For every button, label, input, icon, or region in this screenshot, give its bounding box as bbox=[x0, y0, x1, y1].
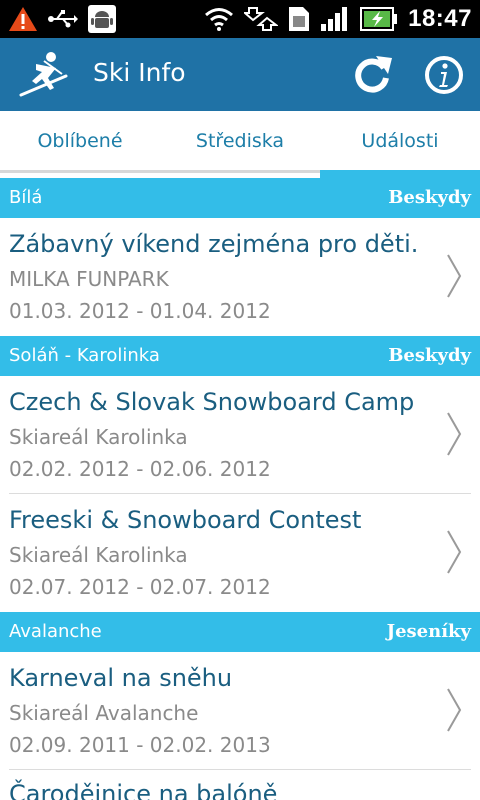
section-header: Avalanche Jeseníky bbox=[0, 612, 480, 652]
tab-divider bbox=[0, 170, 320, 173]
chevron-right-icon bbox=[447, 254, 462, 298]
warning-icon bbox=[9, 7, 37, 31]
event-place: Skiareál Karolinka bbox=[9, 425, 188, 449]
event-row[interactable]: Czech & Slovak Snowboard Camp Skiareál K… bbox=[0, 376, 480, 493]
event-dates: 02.07. 2012 - 02.07. 2012 bbox=[9, 575, 271, 599]
data-transfer-icon bbox=[244, 7, 279, 31]
android-debug-icon bbox=[88, 5, 116, 33]
tab-bar: Oblíbené Střediska Události bbox=[0, 111, 480, 178]
event-place: Skiareál Karolinka bbox=[9, 543, 188, 567]
tab-resorts-label: Střediska bbox=[195, 130, 285, 152]
region-name: Beskydy bbox=[388, 345, 471, 366]
event-place: MILKA FUNPARK bbox=[9, 267, 169, 291]
refresh-icon[interactable] bbox=[350, 54, 394, 96]
event-title: Czech & Slovak Snowboard Camp bbox=[9, 388, 415, 416]
event-row[interactable]: Karneval na sněhu Skiareál Avalanche 02.… bbox=[0, 652, 480, 769]
usb-icon bbox=[48, 10, 78, 28]
event-row[interactable]: Freeski & Snowboard Contest Skiareál Kar… bbox=[0, 494, 480, 612]
resort-name: Bílá bbox=[9, 187, 43, 208]
event-row[interactable]: Zábavný víkend zejména pro děti. MILKA F… bbox=[0, 218, 480, 336]
region-name: Jeseníky bbox=[386, 621, 471, 642]
tab-favorites-label: Oblíbené bbox=[37, 130, 123, 152]
sim-icon bbox=[289, 7, 310, 31]
skier-logo-icon bbox=[19, 52, 68, 97]
event-dates: 01.03. 2012 - 01.04. 2012 bbox=[9, 299, 271, 323]
status-bar: 18:47 bbox=[0, 0, 480, 38]
battery-charging-icon bbox=[360, 7, 398, 31]
tab-active-indicator bbox=[320, 170, 480, 178]
section-header: Bílá Beskydy bbox=[0, 178, 480, 218]
wifi-icon bbox=[205, 8, 234, 31]
resort-name: Avalanche bbox=[9, 621, 102, 642]
app-title: Ski Info bbox=[93, 58, 186, 87]
section-header: Soláň - Karolinka Beskydy bbox=[0, 336, 480, 376]
info-icon[interactable] bbox=[423, 54, 465, 96]
tab-resorts[interactable]: Střediska bbox=[160, 111, 320, 171]
app-bar: Ski Info bbox=[0, 38, 480, 111]
chevron-right-icon bbox=[447, 530, 462, 574]
signal-icon bbox=[321, 7, 348, 31]
event-dates: 02.09. 2011 - 02.02. 2013 bbox=[9, 733, 271, 757]
region-name: Beskydy bbox=[388, 187, 471, 208]
event-title: Zábavný víkend zejména pro děti. bbox=[9, 230, 419, 258]
status-clock: 18:47 bbox=[408, 5, 472, 32]
event-title: Karneval na sněhu bbox=[9, 664, 233, 692]
event-row[interactable]: Čarodějnice na balóně bbox=[0, 770, 480, 800]
tab-favorites[interactable]: Oblíbené bbox=[0, 111, 160, 171]
chevron-right-icon bbox=[447, 688, 462, 732]
event-place: Skiareál Avalanche bbox=[9, 701, 199, 725]
event-title: Čarodějnice na balóně bbox=[9, 780, 278, 800]
tab-events-label: Události bbox=[361, 130, 439, 152]
event-title: Freeski & Snowboard Contest bbox=[9, 506, 362, 534]
chevron-right-icon bbox=[447, 412, 462, 456]
event-dates: 02.02. 2012 - 02.06. 2012 bbox=[9, 457, 271, 481]
tab-events[interactable]: Události bbox=[320, 111, 480, 171]
resort-name: Soláň - Karolinka bbox=[9, 345, 160, 366]
